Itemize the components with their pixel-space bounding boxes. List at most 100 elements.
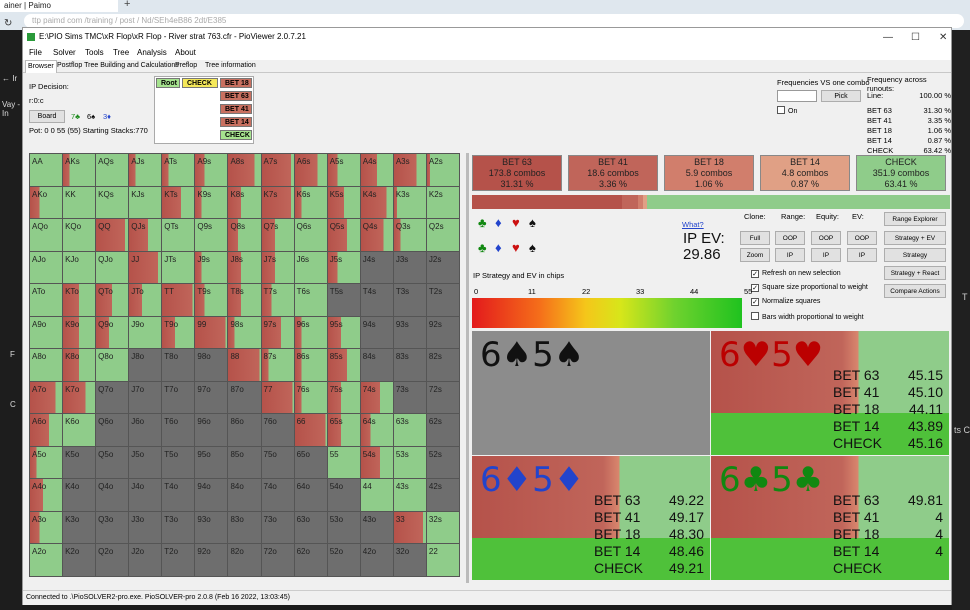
hand-cell[interactable]: 86o — [228, 414, 261, 446]
hand-cell[interactable]: T9s — [195, 284, 228, 316]
hand-cell[interactable]: A6s — [294, 154, 327, 186]
hand-cell[interactable]: J4o — [129, 479, 162, 511]
combo-board[interactable]: 6♥5♥ BET 63 45.15 BET 41 45.10 BET 18 44.11 BET… — [711, 331, 949, 455]
hand-cell[interactable]: J2o — [129, 544, 162, 576]
hand-cell[interactable]: AJs — [129, 154, 162, 186]
hand-cell[interactable]: 96s — [294, 316, 327, 349]
hand-cell[interactable]: 42s — [426, 479, 459, 511]
hand-cell[interactable]: 54o — [327, 479, 360, 511]
hand-cell[interactable]: KTo — [63, 284, 96, 316]
hand-cell[interactable]: T3o — [162, 511, 195, 544]
hand-cell[interactable]: 87o — [228, 381, 261, 414]
on-checkbox[interactable]: On — [777, 106, 797, 115]
hand-cell[interactable]: 52s — [426, 446, 459, 479]
hand-cell[interactable]: AQo — [30, 219, 63, 251]
hand-cell[interactable]: J3o — [129, 511, 162, 544]
hand-cell[interactable]: A3s — [393, 154, 426, 186]
hand-cell[interactable]: AKs — [63, 154, 96, 186]
hand-cell[interactable]: Q4s — [360, 219, 393, 251]
combo-input[interactable] — [777, 90, 817, 102]
hand-cell[interactable]: K2s — [426, 186, 459, 219]
tree-root[interactable]: Root — [156, 78, 180, 88]
combo-board[interactable]: 6♦5♦ BET 63 49.22 BET 41 49.17 BET 18 48.30 BET… — [472, 456, 710, 580]
hand-cell[interactable]: K7o — [63, 381, 96, 414]
hand-cell[interactable]: 62o — [294, 544, 327, 576]
hand-cell[interactable]: J6s — [294, 251, 327, 284]
hand-cell[interactable]: 73o — [261, 511, 294, 544]
hand-cell[interactable]: JTo — [129, 284, 162, 316]
hand-cell[interactable]: A3o — [30, 511, 63, 544]
tree-check-2[interactable]: CHECK — [220, 130, 252, 140]
hand-cell[interactable]: K7s — [261, 186, 294, 219]
tab-tree-info[interactable]: Tree information — [203, 62, 258, 69]
menu-tree[interactable]: Tree — [113, 48, 129, 57]
zoom-button[interactable]: Zoom — [740, 248, 770, 262]
hand-cell[interactable]: QJs — [129, 219, 162, 251]
hand-cell[interactable]: T4s — [360, 284, 393, 316]
hand-cell[interactable]: A8o — [30, 349, 63, 381]
range-ip-button[interactable]: IP — [775, 248, 805, 262]
hand-cell[interactable]: 83o — [228, 511, 261, 544]
hand-cell[interactable]: 98s — [228, 316, 261, 349]
hand-cell[interactable]: 99 — [195, 316, 228, 349]
hand-cell[interactable]: J9o — [129, 316, 162, 349]
hand-cell[interactable]: AJo — [30, 251, 63, 284]
hand-cell[interactable]: Q7o — [96, 381, 129, 414]
combo-board[interactable]: 6♠5♠ — [472, 331, 710, 455]
hand-cell[interactable]: Q8o — [96, 349, 129, 381]
tab-browser[interactable]: Browser — [25, 60, 57, 73]
hand-cell[interactable]: 95o — [195, 446, 228, 479]
hand-cell[interactable]: K3o — [63, 511, 96, 544]
hand-cell[interactable]: JTs — [162, 251, 195, 284]
hand-cell[interactable]: TT — [162, 284, 195, 316]
reload-icon[interactable]: ↻ — [4, 18, 12, 29]
club-filter-icon-2[interactable]: ♣ — [478, 240, 487, 255]
hand-cell[interactable]: K5s — [327, 186, 360, 219]
hand-cell[interactable]: T7o — [162, 381, 195, 414]
hand-cell[interactable]: K4s — [360, 186, 393, 219]
hand-cell[interactable]: A7s — [261, 154, 294, 186]
hand-cell[interactable]: KQs — [96, 186, 129, 219]
hand-cell[interactable]: Q9o — [96, 316, 129, 349]
hand-cell[interactable]: 84o — [228, 479, 261, 511]
hand-cell[interactable]: KK — [63, 186, 96, 219]
hand-cell[interactable]: 72s — [426, 381, 459, 414]
hand-cell[interactable]: J5o — [129, 446, 162, 479]
hand-cell[interactable]: A6o — [30, 414, 63, 446]
hand-cell[interactable]: A2o — [30, 544, 63, 576]
hand-cell[interactable]: QJo — [96, 251, 129, 284]
tree-check[interactable]: CHECK — [182, 78, 218, 88]
hand-cell[interactable]: KQo — [63, 219, 96, 251]
browser-tab[interactable]: ainer | Paimo — [0, 0, 118, 12]
combo-board[interactable]: 6♣5♣ BET 63 49.81 BET 41 4 BET 18 4 BET 14 4 CHEC… — [711, 456, 949, 580]
bars-width-checkbox[interactable]: Bars width proportional to weight — [751, 312, 864, 321]
hand-cell[interactable]: Q5o — [96, 446, 129, 479]
hand-cell[interactable]: 65o — [294, 446, 327, 479]
hand-cell[interactable]: QTo — [96, 284, 129, 316]
hand-cell[interactable]: 74s — [360, 381, 393, 414]
tab-postflop[interactable]: Postflop Tree Building and Calculations — [55, 62, 181, 69]
tree-bet-14[interactable]: BET 14 — [220, 117, 252, 127]
hand-cell[interactable]: 53s — [393, 446, 426, 479]
hand-cell[interactable]: 33 — [393, 511, 426, 544]
hand-cell[interactable]: 32o — [393, 544, 426, 576]
hand-cell[interactable]: J3s — [393, 251, 426, 284]
hand-cell[interactable]: ATo — [30, 284, 63, 316]
hand-cell[interactable]: T5o — [162, 446, 195, 479]
hand-cell[interactable]: T3s — [393, 284, 426, 316]
hand-cell[interactable]: 92s — [426, 316, 459, 349]
hand-cell[interactable]: J7o — [129, 381, 162, 414]
range-oop-button[interactable]: OOP — [775, 231, 805, 245]
hand-cell[interactable]: 75o — [261, 446, 294, 479]
hand-cell[interactable]: J4s — [360, 251, 393, 284]
hand-cell[interactable]: 95s — [327, 316, 360, 349]
hand-cell[interactable]: 97s — [261, 316, 294, 349]
hand-cell[interactable]: 42o — [360, 544, 393, 576]
menu-about[interactable]: About — [175, 48, 196, 57]
hand-cell[interactable]: QTs — [162, 219, 195, 251]
strategy-react-button[interactable]: Strategy + React — [884, 266, 946, 280]
action-box[interactable]: CHECK 351.9 combos 63.41 % — [856, 155, 946, 191]
hand-cell[interactable]: 93s — [393, 316, 426, 349]
hand-cell[interactable]: 66 — [294, 414, 327, 446]
hand-cell[interactable]: Q2s — [426, 219, 459, 251]
